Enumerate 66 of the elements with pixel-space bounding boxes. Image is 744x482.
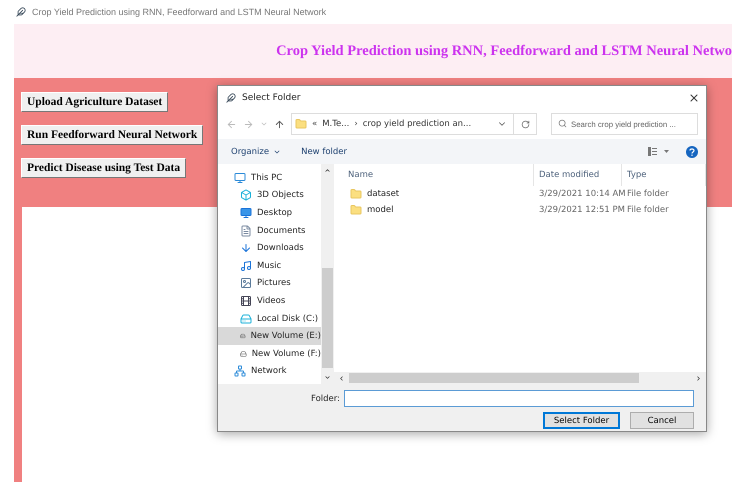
app-heading: Crop Yield Prediction using RNN, Feedforward and LSTM Neural Netwo [276,42,732,60]
computer-icon [234,172,246,184]
scroll-up-icon[interactable] [324,167,331,174]
new-folder-button[interactable]: New folder [301,146,348,156]
nav-item[interactable]: New Volume (F:) [218,344,321,363]
nav-item[interactable]: Music [218,256,321,275]
scroll-left-icon[interactable] [338,374,345,382]
nav-item[interactable]: Local Disk (C:) [218,310,321,328]
folder-icon [295,118,307,130]
up-icon[interactable] [274,118,285,130]
desktop-icon [240,206,252,219]
folder-icon [350,204,362,216]
column-header[interactable]: Date modified [534,164,622,186]
scroll-down-icon[interactable] [324,374,331,381]
folder-icon [350,188,362,200]
date-cell-text: 3/29/2021 12:51 PM [538,205,622,215]
nav-item[interactable]: 3D Objects [218,186,321,204]
address-bar[interactable]: « M.Te... › crop yield prediction an... [291,113,537,135]
scrollbar[interactable] [321,164,334,384]
breadcrumb[interactable]: › [354,119,358,129]
film-icon [240,294,252,307]
breadcrumb[interactable]: M.Te... [322,119,350,129]
dialog-title: Select Folder [242,92,302,102]
window-title: Crop Yield Prediction using RNN, Feedforward and LSTM Neural Network [32,7,326,17]
nav-item[interactable]: Pictures [218,274,321,292]
nav-item[interactable]: Videos [218,292,321,310]
view-options-icon[interactable] [648,147,670,156]
nav-item[interactable]: Network [218,362,321,380]
feather-icon [226,92,236,102]
search-icon [558,119,567,128]
file-name: model [367,205,394,215]
action-button[interactable]: Run Feedforward Neural Network [21,125,204,145]
dialog-button[interactable]: Cancel [630,412,694,429]
dialog-button[interactable]: Select Folder [543,412,620,429]
scrollbar[interactable] [334,372,706,384]
file-row[interactable]: model 3/29/2021 12:51 PM File folder [334,202,706,218]
nav-item[interactable]: New Volume (E:) [218,327,321,345]
type-cell-text: File folder [626,205,670,215]
type-cell-text: File folder [626,189,670,199]
file-row[interactable]: dataset 3/29/2021 10:14 AM File folder [334,186,706,202]
network-icon [234,365,246,378]
action-button[interactable]: Upload Agriculture Dataset [21,92,168,112]
organize-menu[interactable]: Organize [231,146,282,156]
close-icon[interactable] [688,92,700,104]
nav-item[interactable]: Documents [218,222,321,240]
column-header[interactable]: Name [334,164,534,186]
document-icon [240,224,252,237]
breadcrumb[interactable]: « [312,119,318,129]
cube-icon [240,189,252,202]
file-name: dataset [367,189,400,199]
help-icon[interactable] [686,146,698,158]
download-icon [240,242,252,254]
picture-icon [240,277,252,290]
column-header[interactable]: Type [622,164,706,186]
nav-item[interactable]: Downloads [218,239,321,257]
scroll-right-icon[interactable] [695,374,702,382]
breadcrumb[interactable]: crop yield prediction an... [362,119,472,129]
music-icon [240,260,252,272]
nav-item[interactable]: Desktop [218,204,321,222]
folder-field[interactable] [344,390,694,407]
folder-label: Folder: [311,394,340,404]
action-button[interactable]: Predict Disease using Test Data [21,158,186,178]
drive-icon [240,312,252,325]
refresh-icon[interactable] [520,120,530,128]
nav-item[interactable]: This PC [218,169,321,187]
feather-icon [16,7,26,17]
